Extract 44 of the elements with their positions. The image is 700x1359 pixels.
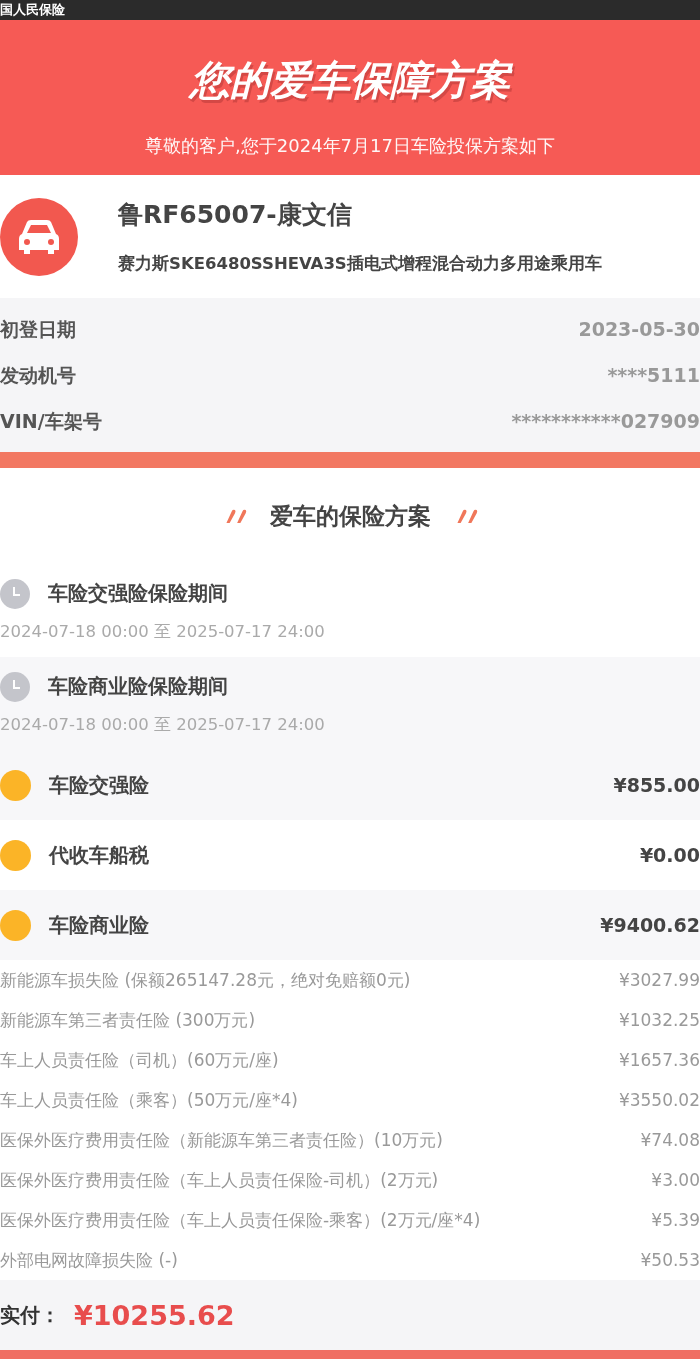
- coverage-name: 车上人员责任险（乘客）(50万元/座*4): [0, 1088, 298, 1112]
- coverage-name: 外部电网故障损失险 (-): [0, 1248, 178, 1272]
- coverage-amount: ¥3550.02: [618, 1090, 700, 1110]
- info-label: VIN/车架号: [0, 409, 102, 434]
- coverage-name: 新能源车第三者责任险 (300万元): [0, 1008, 256, 1032]
- clock-icon: [0, 578, 30, 609]
- total-amount: ¥10255.62: [74, 1299, 235, 1331]
- coverage-amount: ¥1032.25: [618, 1010, 700, 1030]
- fee-name: 车险商业险: [49, 911, 150, 939]
- dot-icon: [0, 769, 31, 801]
- vehicle-model: 赛力斯SKE6480SSHEVA3S插电式增程混合动力多用途乘用车: [118, 253, 602, 275]
- coverage-amount: ¥3027.99: [618, 970, 700, 990]
- banner-subtitle: 尊敬的客户,您于2024年7月17日车险投保方案如下: [145, 134, 555, 158]
- fee-amount: ¥855.00: [613, 774, 700, 796]
- fee-amount: ¥9400.62: [600, 914, 700, 936]
- total-label: 实付：: [0, 1301, 60, 1329]
- coverage-amount: ¥50.53: [640, 1250, 700, 1270]
- coverage-amount: ¥1657.36: [618, 1050, 700, 1070]
- info-value: 2023-05-30: [578, 317, 700, 342]
- period-range: 2024-07-18 00:00 至 2025-07-17 24:00: [0, 713, 326, 736]
- app-name: 国人民保险: [0, 3, 65, 17]
- fee-amount: ¥0.00: [639, 844, 700, 866]
- coverage-name: 医保外医疗费用责任险（新能源车第三者责任险）(10万元): [0, 1128, 443, 1152]
- period-title: 车险商业险保险期间: [48, 673, 228, 700]
- car-icon: [0, 197, 78, 276]
- fee-name: 车险交强险: [49, 771, 150, 799]
- info-label: 初登日期: [0, 317, 76, 342]
- coverage-name: 医保外医疗费用责任险（车上人员责任保险-司机）(2万元): [0, 1168, 439, 1192]
- info-value: ***********027909: [511, 409, 700, 434]
- info-label: 发动机号: [0, 363, 76, 388]
- dot-icon: [0, 909, 31, 941]
- coverage-amount: ¥74.08: [640, 1130, 700, 1150]
- dot-icon: [0, 839, 31, 871]
- plate-owner: 鲁RF65007-康文信: [118, 199, 353, 231]
- coverage-amount: ¥5.39: [651, 1210, 700, 1230]
- coverage-amount: ¥3.00: [651, 1170, 700, 1190]
- period-range: 2024-07-18 00:00 至 2025-07-17 24:00: [0, 620, 326, 643]
- fee-name: 代收车船税: [49, 841, 150, 869]
- coverage-name: 医保外医疗费用责任险（车上人员责任保险-乘客）(2万元/座*4): [0, 1208, 481, 1232]
- info-value: ****5111: [607, 363, 700, 388]
- section-title: 爱车的保险方案: [269, 501, 431, 531]
- coverage-name: 车上人员责任险（司机）(60万元/座): [0, 1048, 279, 1072]
- period-title: 车险交强险保险期间: [48, 580, 228, 607]
- coverage-name: 新能源车损失险 (保额265147.28元，绝对免赔额0元): [0, 968, 411, 992]
